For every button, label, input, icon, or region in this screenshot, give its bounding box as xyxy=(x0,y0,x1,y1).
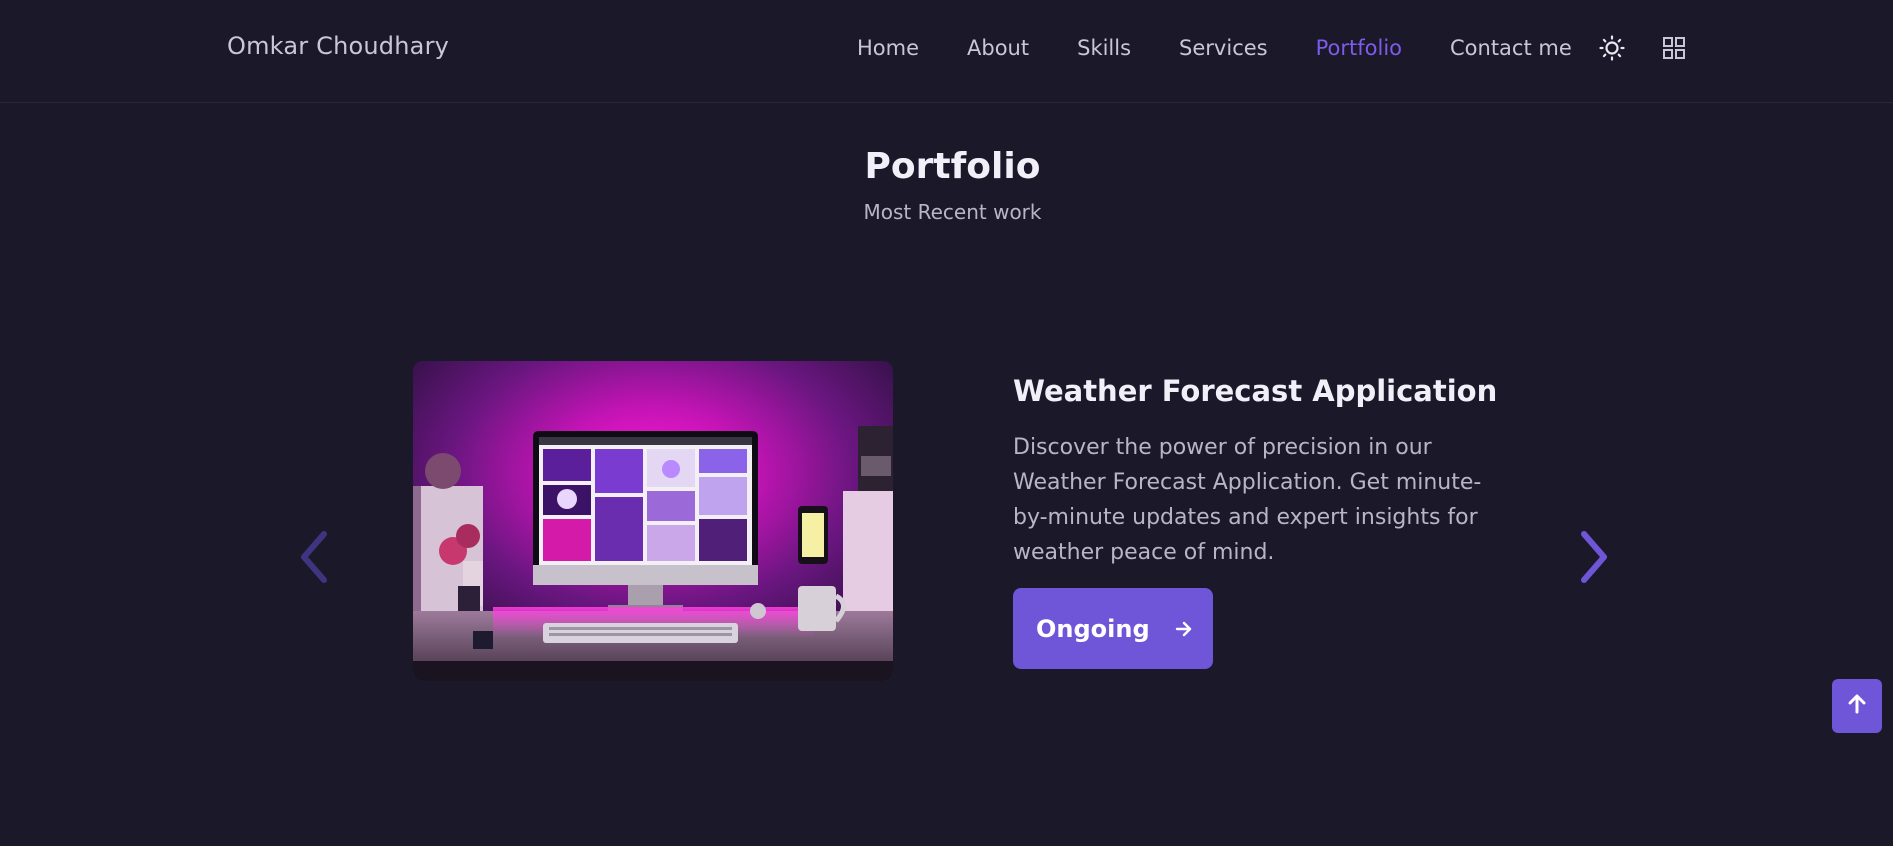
project-image[interactable] xyxy=(413,361,893,681)
site-header: Omkar Choudhary Home About Skills Servic… xyxy=(0,0,1893,103)
arrow-right-icon xyxy=(1174,619,1194,639)
nav-skills[interactable]: Skills xyxy=(1077,36,1131,60)
scroll-top-button[interactable] xyxy=(1832,679,1882,733)
main-nav: Home About Skills Services Portfolio Con… xyxy=(857,34,1688,62)
chevron-right-icon[interactable] xyxy=(1574,528,1614,586)
ongoing-button[interactable]: Ongoing xyxy=(1013,588,1213,669)
nav-portfolio[interactable]: Portfolio xyxy=(1316,36,1402,60)
grid-icon[interactable] xyxy=(1660,34,1688,62)
section-title: Portfolio xyxy=(864,146,1041,187)
section-subtitle: Most Recent work xyxy=(863,200,1042,224)
chevron-left-icon[interactable] xyxy=(294,528,334,586)
sun-icon[interactable] xyxy=(1598,34,1626,62)
nav-about[interactable]: About xyxy=(967,36,1029,60)
brand-name[interactable]: Omkar Choudhary xyxy=(227,32,449,60)
nav-contact[interactable]: Contact me xyxy=(1450,36,1572,60)
nav-services[interactable]: Services xyxy=(1179,36,1268,60)
arrow-up-icon xyxy=(1845,692,1869,720)
ongoing-button-label: Ongoing xyxy=(1036,614,1150,643)
nav-home[interactable]: Home xyxy=(857,36,919,60)
project-description: Discover the power of precision in our W… xyxy=(1013,435,1482,565)
project-title: Weather Forecast Application xyxy=(1013,374,1498,408)
